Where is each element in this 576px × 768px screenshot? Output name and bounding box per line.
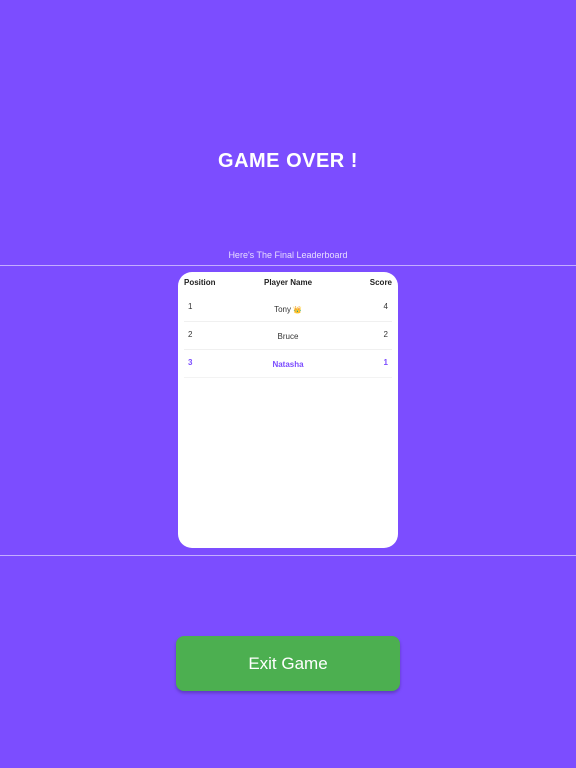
row-score: 4 xyxy=(383,302,388,311)
row-score: 1 xyxy=(383,358,388,367)
top-divider xyxy=(0,265,576,266)
header-player-name: Player Name xyxy=(263,278,313,287)
leaderboard-subtitle: Here's The Final Leaderboard xyxy=(228,250,348,260)
leaderboard-header: Position Player Name Score xyxy=(184,278,392,290)
row-player-name: Bruce xyxy=(277,332,299,341)
header-score: Score xyxy=(369,278,392,287)
exit-game-button[interactable]: Exit Game xyxy=(176,636,400,691)
leaderboard-row-current-player: 3 Natasha 1 xyxy=(184,350,392,378)
bottom-divider xyxy=(0,555,576,556)
leaderboard-card: Position Player Name Score 1 Tony 👑 4 2 … xyxy=(178,272,398,548)
row-player-name: Tony 👑 xyxy=(184,305,392,314)
row-player-name: Natasha xyxy=(272,360,304,369)
crown-icon: 👑 xyxy=(293,307,302,314)
leaderboard-row: 2 Bruce 2 xyxy=(184,322,392,350)
leaderboard-row: 1 Tony 👑 4 xyxy=(184,294,392,322)
row-score: 2 xyxy=(383,330,388,339)
page-title: GAME OVER ! xyxy=(218,150,358,172)
leaderboard-rows: 1 Tony 👑 4 2 Bruce 2 3 Natasha 1 xyxy=(184,294,392,378)
player-name-text: Tony xyxy=(274,305,291,314)
